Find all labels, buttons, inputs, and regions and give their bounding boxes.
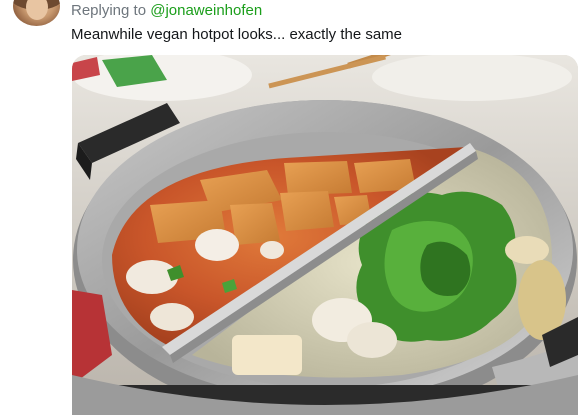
mushroom xyxy=(505,236,549,264)
plate xyxy=(372,55,572,101)
avatar-face xyxy=(26,0,48,20)
tweet-photo[interactable] xyxy=(72,55,578,415)
tweet-text: Meanwhile vegan hotpot looks... exactly … xyxy=(71,26,403,43)
hotpot-photo xyxy=(72,55,578,415)
tofu-cube xyxy=(280,191,334,231)
replying-to-line: Replying to @jonaweinhofen xyxy=(71,2,262,20)
dumpling xyxy=(150,303,194,331)
avatar[interactable] xyxy=(13,0,60,26)
replying-prefix: Replying to xyxy=(71,2,151,19)
dumpling xyxy=(195,229,239,261)
replying-handle-link[interactable]: @jonaweinhofen xyxy=(150,2,262,19)
tofu-cube xyxy=(284,161,352,195)
dumpling xyxy=(347,322,397,358)
tofu-skin xyxy=(232,335,302,375)
tofu-cube xyxy=(230,203,280,245)
dumpling xyxy=(260,241,284,259)
tweet: Replying to @jonaweinhofen Meanwhile veg… xyxy=(0,0,587,415)
